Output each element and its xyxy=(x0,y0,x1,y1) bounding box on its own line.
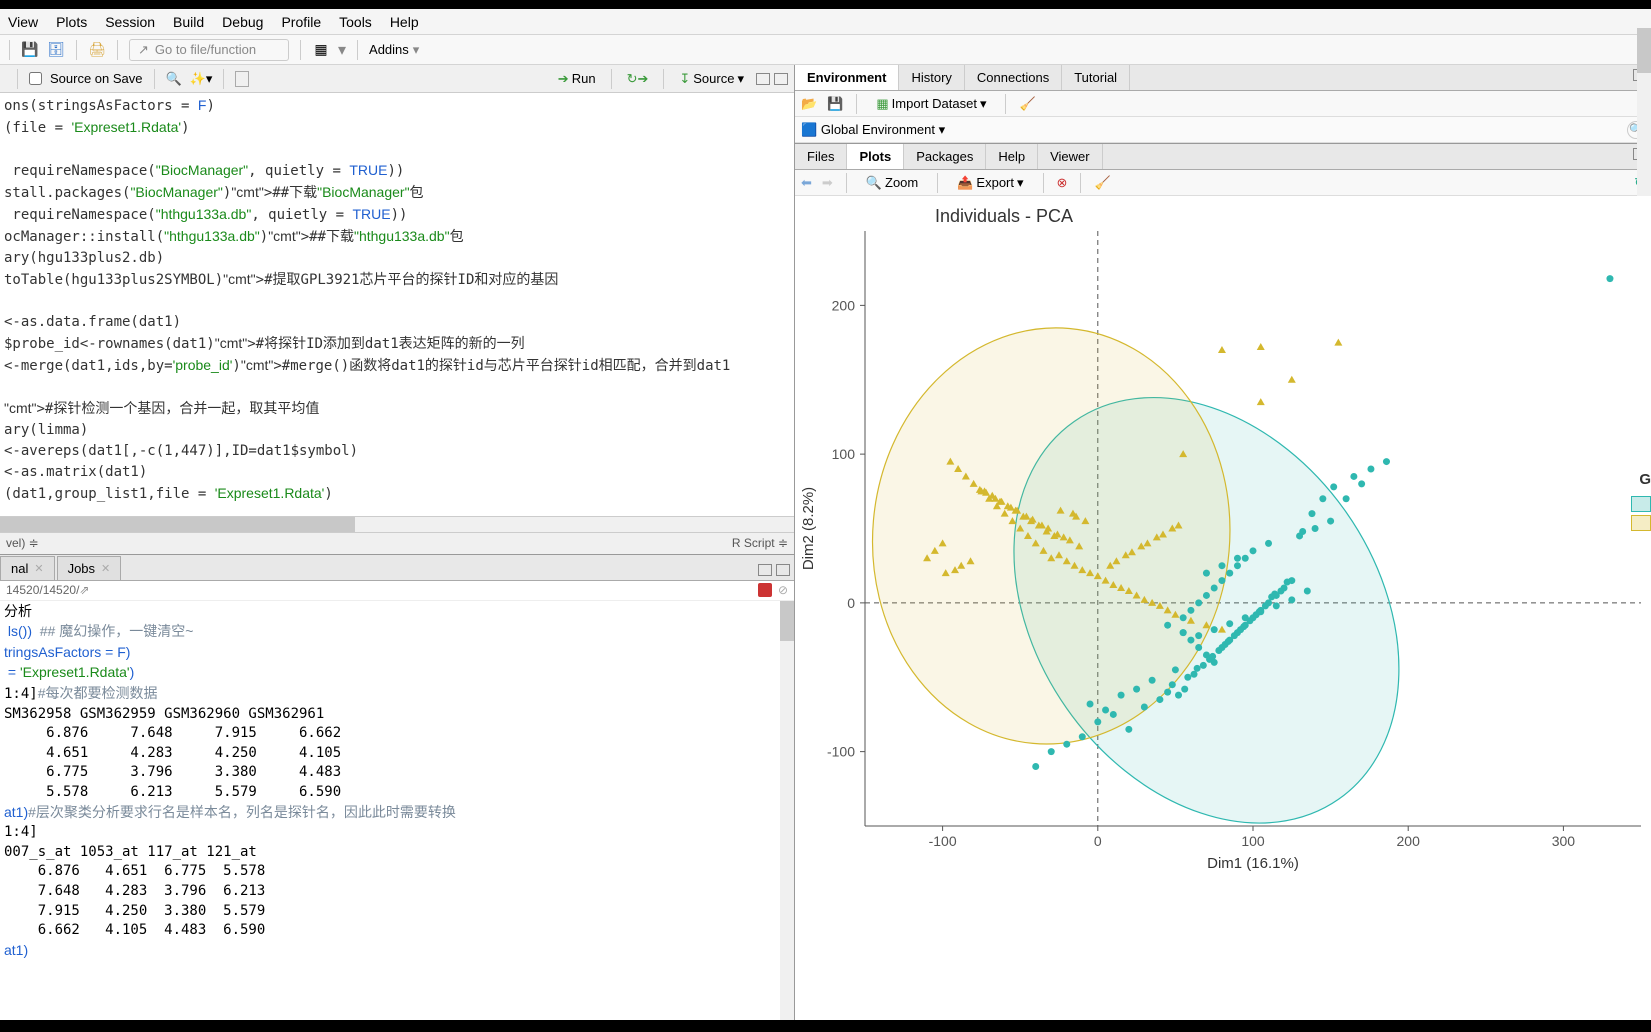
rerun-button[interactable]: ↻➔ xyxy=(621,69,655,89)
menu-session[interactable]: Session xyxy=(105,14,155,30)
zoom-button[interactable]: 🔍 Zoom xyxy=(860,173,924,193)
grid-icon[interactable]: ▦ xyxy=(312,41,330,59)
source-vscroll[interactable] xyxy=(1637,28,1651,73)
export-button[interactable]: 📤 Export ▾ xyxy=(951,173,1029,193)
svg-text:Dim1 (16.1%): Dim1 (16.1%) xyxy=(1207,855,1299,872)
clear-plots-icon[interactable]: 🧹 xyxy=(1094,175,1110,191)
tab-files[interactable]: Files xyxy=(795,144,847,169)
import-dataset-button[interactable]: ▦ Import Dataset ▾ xyxy=(870,94,992,114)
env-tabs: Environment History Connections Tutorial xyxy=(795,65,1651,91)
tab-jobs[interactable]: Jobs✕ xyxy=(57,556,122,580)
tab-terminal[interactable]: nal✕ xyxy=(0,556,55,580)
svg-text:Dim2 (8.2%): Dim2 (8.2%) xyxy=(800,487,817,570)
save-env-icon[interactable]: 💾 xyxy=(827,96,843,112)
plot-forward-icon[interactable]: ➡ xyxy=(822,175,833,191)
scope-dropdown[interactable]: 🟦 Global Environment ▾ xyxy=(801,122,945,138)
menu-view[interactable]: View xyxy=(8,14,38,30)
addins-menu[interactable]: Addins ▾ xyxy=(369,42,419,58)
print-icon[interactable]: 🖨 xyxy=(88,41,106,59)
source-on-save-label: Source on Save xyxy=(50,71,143,86)
tab-history[interactable]: History xyxy=(899,65,964,90)
source-button[interactable]: ↧Source ▾ xyxy=(673,69,750,89)
menu-plots[interactable]: Plots xyxy=(56,14,87,30)
open-icon[interactable]: 📂 xyxy=(801,96,817,112)
tab-tutorial[interactable]: Tutorial xyxy=(1062,65,1130,90)
svg-text:0: 0 xyxy=(847,595,855,611)
maximize-console-icon[interactable] xyxy=(776,564,790,576)
wand-icon[interactable]: ✨▾ xyxy=(190,71,213,87)
svg-text:-100: -100 xyxy=(929,833,957,849)
goto-file-input[interactable]: ↗ Go to file/function xyxy=(129,39,289,61)
file-type-label[interactable]: R Script ≑ xyxy=(732,536,788,550)
legend-swatches xyxy=(1631,496,1651,534)
plot-tabs: Files Plots Packages Help Viewer xyxy=(795,144,1651,170)
save-icon[interactable]: 💾 xyxy=(21,41,39,59)
main-menubar: View Plots Session Build Debug Profile T… xyxy=(0,9,1651,35)
legend-title: G xyxy=(1639,471,1651,488)
source-on-save-checkbox[interactable] xyxy=(29,72,42,85)
plot-canvas: Individuals - PCA -1000100200300-1000100… xyxy=(795,196,1651,1020)
close-icon[interactable]: ✕ xyxy=(34,562,43,575)
minimize-source-icon[interactable] xyxy=(756,73,770,85)
close-icon[interactable]: ✕ xyxy=(101,562,110,575)
run-button[interactable]: ➔Run xyxy=(552,69,602,89)
menu-build[interactable]: Build xyxy=(173,14,204,30)
arrow-icon: ↗ xyxy=(138,42,149,58)
minimize-console-icon[interactable] xyxy=(758,564,772,576)
menu-debug[interactable]: Debug xyxy=(222,14,263,30)
console-vscroll[interactable] xyxy=(780,601,794,641)
code-editor[interactable]: ons(stringsAsFactors = F) (file = 'Expre… xyxy=(0,93,794,516)
broom-icon[interactable]: 🧹 xyxy=(1019,96,1035,112)
search-icon[interactable]: 🔍 xyxy=(166,71,182,87)
svg-text:-100: -100 xyxy=(827,744,855,760)
source-hscroll[interactable] xyxy=(0,517,355,532)
main-toolbar: 💾 🗄 🖨 ↗ Go to file/function ▦ ▾ Addins ▾ xyxy=(0,35,1651,65)
remove-plot-icon[interactable]: ⊗ xyxy=(1057,175,1068,191)
menu-tools[interactable]: Tools xyxy=(339,14,372,30)
maximize-source-icon[interactable] xyxy=(774,73,788,85)
menu-profile[interactable]: Profile xyxy=(281,14,321,30)
source-pane-header: Source on Save 🔍 ✨▾ ➔Run ↻➔ ↧Source ▾ xyxy=(0,65,794,93)
tab-viewer[interactable]: Viewer xyxy=(1038,144,1103,169)
svg-text:100: 100 xyxy=(1241,833,1265,849)
svg-text:200: 200 xyxy=(832,297,856,313)
save-all-icon[interactable]: 🗄 xyxy=(47,41,65,59)
tab-packages[interactable]: Packages xyxy=(904,144,986,169)
console-tabs: nal✕ Jobs✕ xyxy=(0,555,794,581)
menu-help[interactable]: Help xyxy=(390,14,419,30)
tab-plots[interactable]: Plots xyxy=(847,144,904,169)
svg-text:200: 200 xyxy=(1397,833,1421,849)
svg-text:300: 300 xyxy=(1552,833,1576,849)
console-output[interactable]: 分析 ls()) ## 魔幻操作，一键清空~ tringsAsFactors =… xyxy=(0,601,794,1020)
tab-environment[interactable]: Environment xyxy=(795,65,899,90)
clear-console-icon[interactable]: ⊘ xyxy=(778,583,788,597)
tab-help[interactable]: Help xyxy=(986,144,1038,169)
svg-text:100: 100 xyxy=(832,446,856,462)
notebook-icon[interactable] xyxy=(235,71,249,87)
stop-button[interactable] xyxy=(758,583,772,597)
svg-text:0: 0 xyxy=(1094,833,1102,849)
tab-connections[interactable]: Connections xyxy=(965,65,1062,90)
cursor-position[interactable]: vel) ≑ xyxy=(6,536,39,550)
plot-back-icon[interactable]: ⬅ xyxy=(801,175,812,191)
console-path: 14520/14520/ xyxy=(6,583,79,597)
